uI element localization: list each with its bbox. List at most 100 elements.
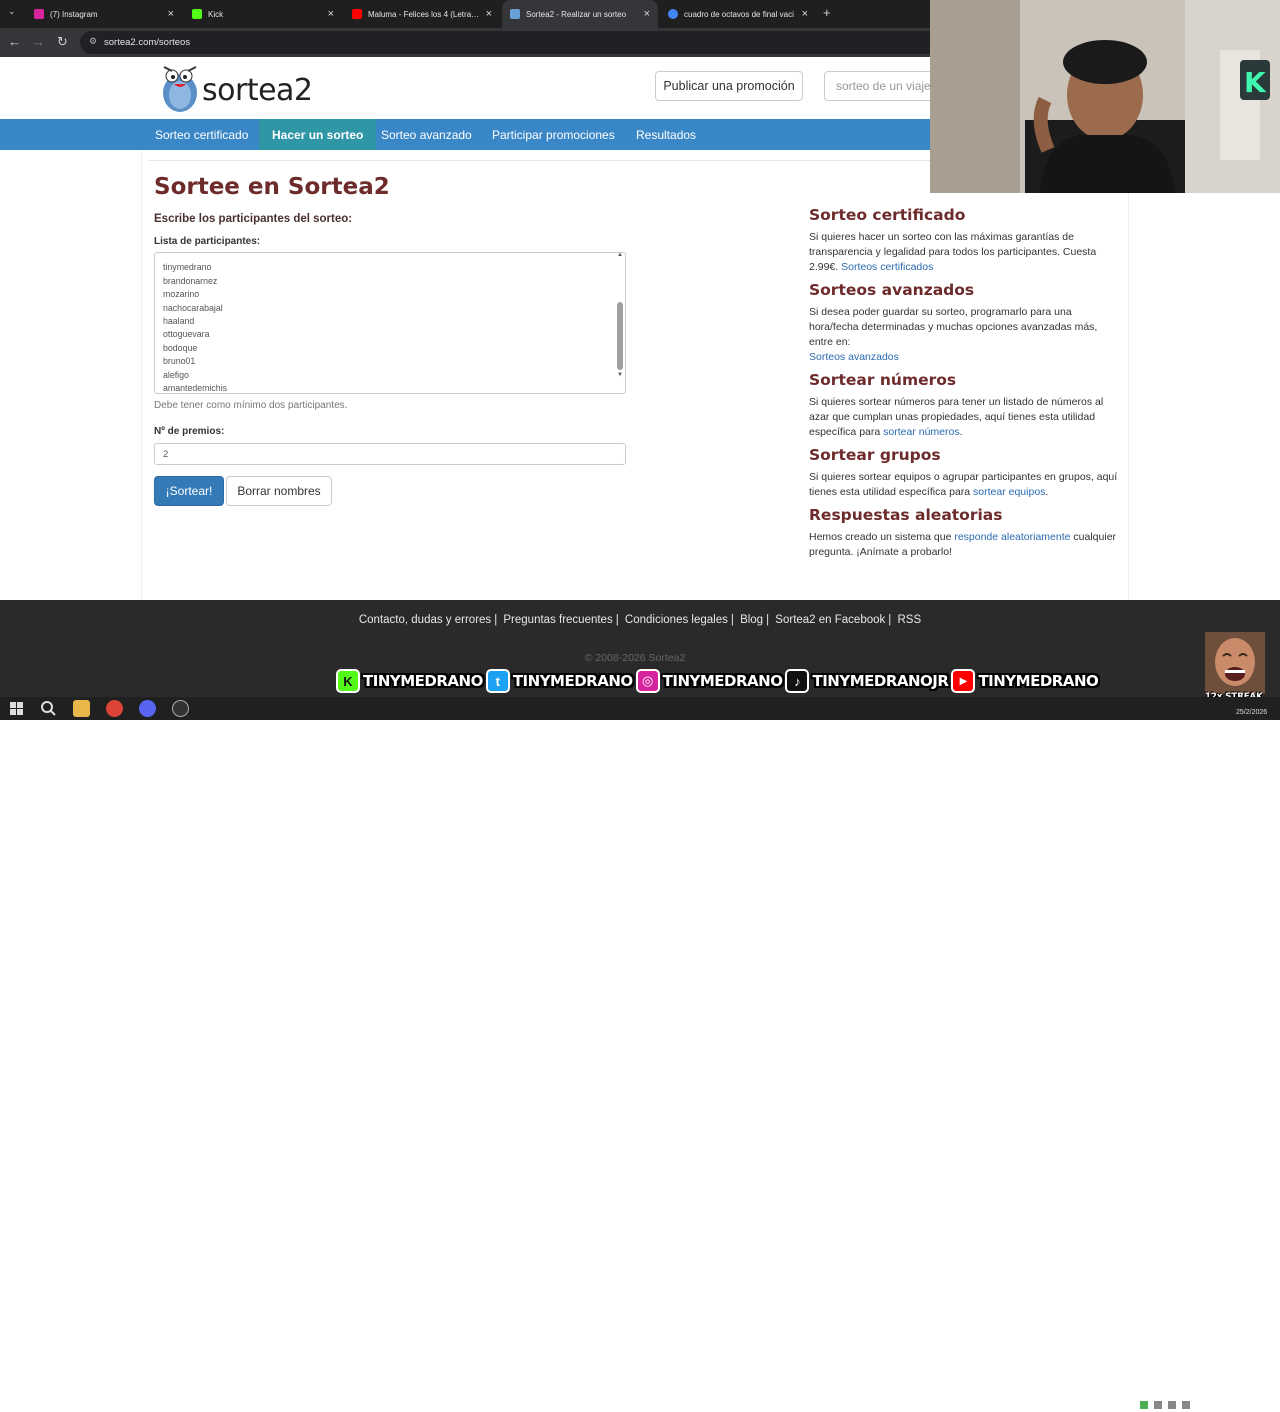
tab-title: (7) Instagram bbox=[50, 9, 98, 19]
new-tab-plus-icon[interactable]: + bbox=[823, 5, 831, 20]
tab-youtube[interactable]: Maluma - Felices los 4 (Letra/Ly × bbox=[344, 0, 500, 28]
sidebar-advanced-text: Si desea poder guardar su sorteo, progra… bbox=[809, 305, 1121, 365]
nav-item-promotions[interactable]: Participar promociones bbox=[479, 119, 628, 150]
draw-button[interactable]: ¡Sortear! bbox=[154, 476, 224, 506]
footer-link-faq[interactable]: Preguntas frecuentes bbox=[503, 614, 612, 626]
kick-favicon-icon bbox=[192, 9, 202, 19]
url-text: sortea2.com/sorteos bbox=[104, 37, 191, 48]
wifi-icon[interactable] bbox=[1168, 1401, 1176, 1409]
numbers-link[interactable]: sortear números bbox=[883, 426, 959, 438]
footer-link-contact[interactable]: Contacto, dudas y errores bbox=[359, 614, 491, 626]
participant-line: alefigo bbox=[163, 369, 189, 380]
social-handle: TINYMEDRANO bbox=[512, 672, 633, 690]
social-twitter: t TINYMEDRANO bbox=[485, 667, 633, 695]
nav-item-draw[interactable]: Hacer un sorteo bbox=[259, 119, 377, 150]
prizes-label: Nº de premios: bbox=[154, 426, 225, 437]
file-explorer-icon[interactable] bbox=[73, 700, 90, 717]
sidebar-certified-title: Sorteo certificado bbox=[809, 206, 966, 224]
close-tab-icon[interactable]: × bbox=[644, 8, 650, 20]
social-handle: TINYMEDRANO bbox=[363, 672, 483, 690]
tab-title: cuadro de octavos de final vaci bbox=[684, 9, 794, 19]
participant-line: amantedemichis bbox=[163, 382, 228, 393]
google-favicon-icon bbox=[668, 9, 678, 19]
search-icon[interactable] bbox=[40, 700, 57, 717]
back-arrow-icon[interactable]: ← bbox=[8, 34, 21, 49]
social-handles-overlay: K TINYMEDRANO t TINYMEDRANO ◎ TINYMEDRAN… bbox=[336, 664, 1099, 698]
random-text-before: Hemos creado un sistema que bbox=[809, 531, 952, 543]
participants-label: Lista de participantes: bbox=[154, 236, 261, 247]
groups-link[interactable]: sortear equipos bbox=[973, 486, 1045, 498]
clear-names-button[interactable]: Borrar nombres bbox=[226, 476, 332, 506]
groups-text: Si quieres sortear equipos o agrupar par… bbox=[809, 471, 1118, 498]
sortea2-favicon-icon bbox=[510, 9, 520, 19]
site-info-icon[interactable]: ⚙ bbox=[89, 36, 97, 47]
nav-item-results[interactable]: Resultados bbox=[623, 119, 709, 150]
participant-line: bruno01 bbox=[163, 356, 196, 367]
tray-app-icon[interactable] bbox=[1140, 1401, 1148, 1409]
certified-link[interactable]: Sorteos certificados bbox=[841, 261, 933, 273]
tab-instagram[interactable]: (7) Instagram × bbox=[26, 0, 182, 28]
youtube-favicon-icon bbox=[352, 9, 362, 19]
footer-link-blog[interactable]: Blog bbox=[740, 614, 763, 626]
search-input[interactable]: sorteo de un viaje bbox=[824, 71, 944, 101]
system-tray bbox=[1140, 1398, 1230, 1412]
streamer-webcam-image: K bbox=[930, 0, 1280, 193]
tiktok-icon: ♪ bbox=[785, 669, 810, 693]
social-handle: TINYMEDRANOJR bbox=[812, 672, 949, 690]
footer-links: Contacto, dudas y errores | Preguntas fre… bbox=[358, 614, 922, 626]
sidebar-random-text: Hemos creado un sistema que responde ale… bbox=[809, 530, 1121, 560]
participants-textarea[interactable]: tinymedrano brandonarnez mozarino nachoc… bbox=[154, 252, 626, 394]
volume-icon[interactable] bbox=[1182, 1401, 1190, 1409]
tray-app-icon[interactable] bbox=[1154, 1401, 1162, 1409]
social-handle: TINYMEDRANO bbox=[978, 672, 1099, 690]
forward-arrow-icon[interactable]: → bbox=[32, 34, 45, 49]
participant-line: bodoque bbox=[163, 342, 198, 353]
close-tab-icon[interactable]: × bbox=[328, 8, 334, 20]
sidebar: Sorteo certificado Si quieres hacer un s… bbox=[809, 206, 1121, 566]
social-tiktok: ♪ TINYMEDRANOJR bbox=[785, 667, 949, 695]
tab-google[interactable]: cuadro de octavos de final vaci × bbox=[660, 0, 816, 28]
nav-item-advanced[interactable]: Sorteo avanzado bbox=[368, 119, 485, 150]
random-link[interactable]: responde aleatoriamente bbox=[954, 531, 1070, 543]
min-participants-hint: Debe tener como mínimo dos participantes… bbox=[154, 400, 348, 411]
sidebar-groups-title: Sortear grupos bbox=[809, 446, 941, 464]
footer-link-rss[interactable]: RSS bbox=[897, 614, 921, 626]
footer-link-legal[interactable]: Condiciones legales bbox=[625, 614, 728, 626]
tab-sortea2[interactable]: Sortea2 - Realizar un sorteo × bbox=[502, 0, 658, 28]
obs-icon[interactable] bbox=[172, 700, 189, 717]
tab-list-chevron-icon[interactable]: ⌄ bbox=[8, 6, 16, 17]
sidebar-random-title: Respuestas aleatorias bbox=[809, 506, 1003, 524]
advanced-text: Si desea poder guardar su sorteo, progra… bbox=[809, 306, 1098, 348]
windows-start-icon[interactable] bbox=[8, 700, 25, 717]
close-tab-icon[interactable]: × bbox=[168, 8, 174, 20]
sortea2-logo[interactable]: sortea2 bbox=[154, 59, 324, 115]
nav-item-certified[interactable]: Sorteo certificado bbox=[142, 119, 261, 150]
publish-promotion-button[interactable]: Publicar una promoción bbox=[655, 71, 803, 101]
footer-link-facebook[interactable]: Sortea2 en Facebook bbox=[775, 614, 885, 626]
discord-icon[interactable] bbox=[139, 700, 156, 717]
social-instagram: ◎ TINYMEDRANO bbox=[635, 667, 783, 695]
reload-icon[interactable]: ↻ bbox=[57, 34, 68, 50]
svg-text:K: K bbox=[1244, 66, 1267, 99]
sidebar-advanced-title: Sorteos avanzados bbox=[809, 281, 975, 299]
scroll-down-icon[interactable]: ▼ bbox=[617, 372, 623, 378]
tab-kick[interactable]: Kick × bbox=[184, 0, 342, 28]
prizes-input[interactable]: 2 bbox=[154, 443, 626, 465]
participant-line: brandonarnez bbox=[163, 275, 218, 286]
social-handle: TINYMEDRANO bbox=[662, 672, 783, 690]
advanced-link[interactable]: Sorteos avanzados bbox=[809, 351, 899, 363]
close-tab-icon[interactable]: × bbox=[802, 8, 808, 20]
chrome-icon[interactable] bbox=[106, 700, 123, 717]
scroll-up-icon[interactable]: ▲ bbox=[617, 253, 623, 258]
textarea-scrollbar[interactable]: ▲ ▼ bbox=[616, 253, 624, 392]
tab-title: Sortea2 - Realizar un sorteo bbox=[526, 9, 627, 19]
scroll-thumb[interactable] bbox=[617, 302, 623, 370]
page-title: Sortee en Sortea2 bbox=[154, 174, 390, 200]
close-tab-icon[interactable]: × bbox=[486, 8, 492, 20]
address-bar[interactable]: ⚙ sortea2.com/sorteos bbox=[80, 31, 960, 54]
participant-line: ottoguevara bbox=[163, 329, 210, 340]
streak-widget-image bbox=[1205, 632, 1265, 694]
kick-icon: K bbox=[336, 669, 360, 693]
os-taskbar bbox=[0, 697, 1280, 1409]
instagram-icon: ◎ bbox=[635, 669, 660, 693]
